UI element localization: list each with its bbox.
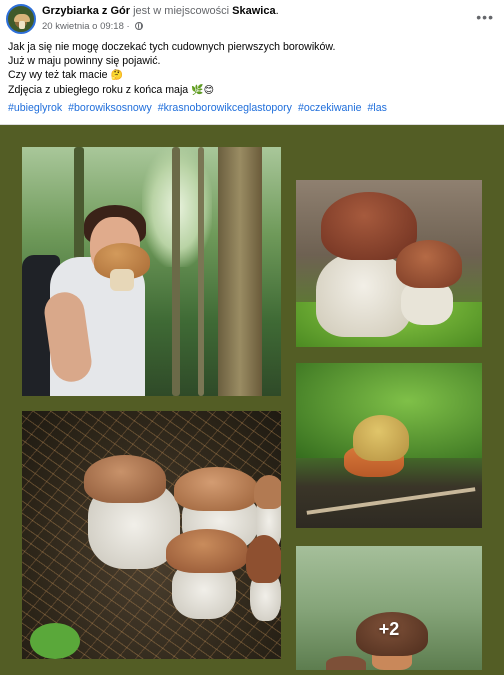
checkin-verb: jest w miejscowości [133, 5, 230, 17]
photo-bolete-cluster[interactable] [22, 411, 281, 659]
meta-separator: · [126, 21, 130, 32]
author-line: Grzybiarka z Gór jest w miejscowości Ska… [42, 5, 279, 17]
location-link[interactable]: Skawica [232, 5, 275, 17]
thinking-emoji: 🤔 [110, 70, 123, 81]
text-line: Zdjęcia z ubiegłego roku z końca maja 🌿😊 [8, 83, 496, 98]
avatar[interactable] [6, 4, 36, 34]
hashtags: #ubieglyrok #borowiksosnowy #krasnoborow… [8, 102, 390, 114]
meta-line: 20 kwietnia o 09:18 · [42, 21, 144, 32]
photo-two-boletes-moss[interactable] [296, 180, 482, 347]
photo-woman-with-mushroom[interactable] [22, 147, 281, 396]
text-line: Czy wy też tak macie 🤔 [8, 68, 496, 83]
author-name[interactable]: Grzybiarka z Gór [42, 5, 130, 17]
hashtag-link[interactable]: #las [368, 102, 387, 114]
text-line-content: Zdjęcia z ubiegłego roku z końca maja [8, 84, 189, 96]
text-line: Jak ja się nie mogę doczekać tych cudown… [8, 41, 336, 53]
post-text: Jak ja się nie mogę doczekać tych cudown… [8, 40, 496, 98]
more-photos-count[interactable]: +2 [296, 546, 482, 670]
location-suffix: . [275, 5, 279, 17]
more-options-icon[interactable]: ••• [476, 9, 494, 25]
timestamp[interactable]: 20 kwietnia o 09:18 [42, 21, 124, 32]
hashtag-link[interactable]: #krasnoborowikceglastopory [158, 102, 292, 114]
hashtag-link[interactable]: #oczekiwanie [298, 102, 362, 114]
herb-smile-emoji: 🌿😊 [191, 85, 215, 96]
globe-icon [135, 22, 144, 30]
hashtag-link[interactable]: #borowiksosnowy [68, 102, 152, 114]
post-header: Grzybiarka z Gór jest w miejscowości Ska… [6, 3, 496, 35]
hashtag-link[interactable]: #ubieglyrok [8, 102, 62, 114]
photo-yellow-bolete[interactable] [296, 363, 482, 528]
text-line-content: Czy wy też tak macie [8, 69, 108, 81]
text-line: Już w maju powinny się pojawić. [8, 55, 161, 67]
